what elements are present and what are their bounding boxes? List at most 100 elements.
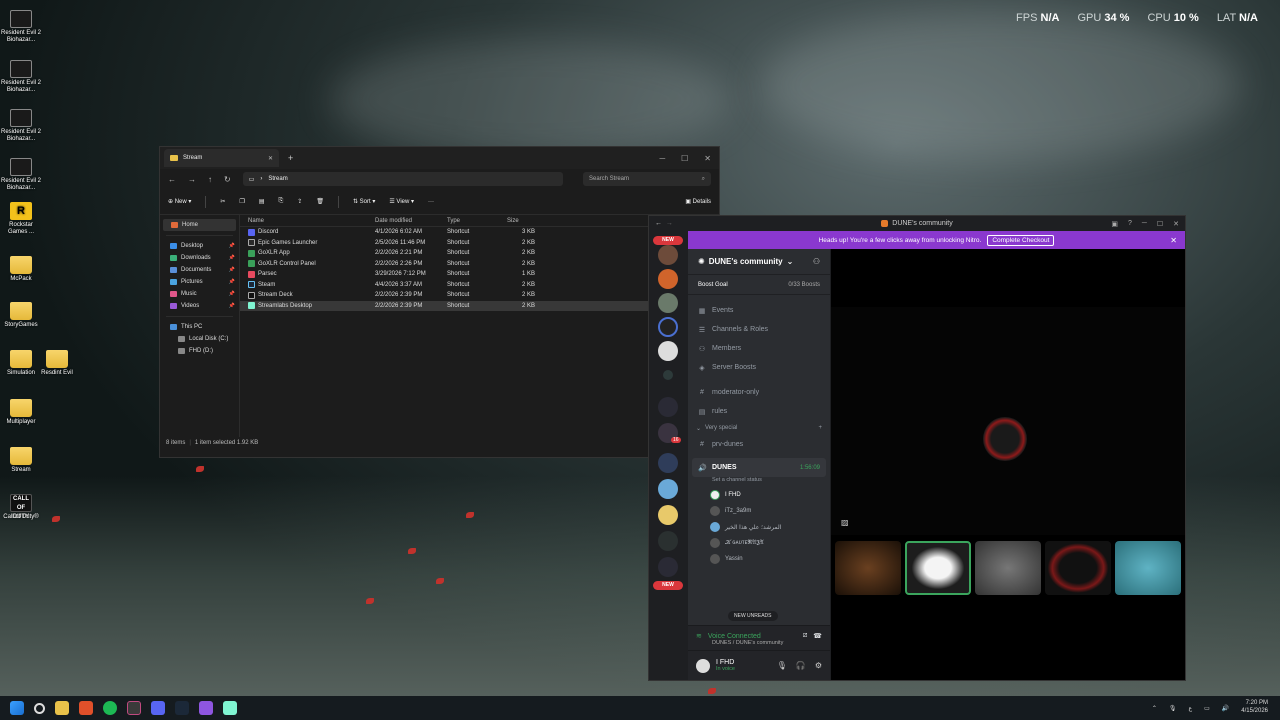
server-icon[interactable]: [658, 293, 678, 313]
back-icon[interactable]: ←: [168, 175, 176, 184]
desktop-icon-rockstar[interactable]: R Rockstar Games ...: [0, 202, 42, 236]
server-icon[interactable]: [658, 505, 678, 525]
file-explorer-icon[interactable]: [55, 701, 69, 715]
headphones-icon[interactable]: 🎧: [796, 661, 806, 670]
screen-off-icon[interactable]: ▨: [841, 518, 849, 527]
voice-channel-dunes[interactable]: 🔊 DUNES 1:56:09: [692, 458, 826, 477]
chevron-up-icon[interactable]: ⌃: [1152, 705, 1157, 712]
nav-this-pc[interactable]: This PC: [160, 321, 239, 333]
new-unreads-pill[interactable]: NEW UNREADS: [728, 611, 778, 621]
start-icon[interactable]: [10, 701, 24, 715]
close-window-icon[interactable]: ✕: [704, 154, 711, 163]
rename-icon[interactable]: ⎘: [279, 198, 284, 205]
participant-tile[interactable]: [1045, 541, 1111, 595]
nav-desktop[interactable]: Desktop 📌: [160, 240, 239, 252]
column-type[interactable]: Type: [443, 218, 503, 224]
server-folder-icon[interactable]: [658, 453, 678, 473]
invite-icon[interactable]: ⚇: [813, 257, 820, 266]
participant-tile[interactable]: [975, 541, 1041, 595]
app-icon[interactable]: [199, 701, 213, 715]
voice-user[interactable]: Yassin: [688, 551, 830, 567]
voice-user[interactable]: المرشد؛ علي هذا الخير: [688, 519, 830, 535]
server-icon[interactable]: [658, 341, 678, 361]
avatar[interactable]: [696, 658, 710, 673]
noise-suppression-icon[interactable]: ⧄: [803, 632, 807, 640]
spotify-icon[interactable]: [103, 701, 117, 715]
nav-home[interactable]: Home: [163, 219, 236, 231]
copy-icon[interactable]: ❐: [239, 198, 244, 205]
minimize-icon[interactable]: ─: [659, 154, 665, 163]
participant-tile[interactable]: [1115, 541, 1181, 595]
refresh-icon[interactable]: ↻: [224, 175, 231, 184]
channel-status-prompt[interactable]: Set a channel status: [688, 477, 830, 487]
sort-button[interactable]: ⇅ Sort ▾: [353, 198, 375, 205]
server-icon[interactable]: [658, 479, 678, 499]
address-bar[interactable]: ▭ › Stream: [242, 172, 563, 186]
up-icon[interactable]: ↑: [208, 175, 212, 184]
desktop-icon-re2-2[interactable]: Resident Evil 2 Biohazar...: [0, 60, 42, 94]
column-date[interactable]: Date modified: [371, 218, 443, 224]
nav-pictures[interactable]: Pictures 📌: [160, 276, 239, 288]
desktop-icon-multiplayer[interactable]: Multiplayer: [0, 399, 42, 426]
share-icon[interactable]: ⇪: [297, 198, 302, 205]
volume-icon[interactable]: 🔊: [1222, 705, 1229, 712]
nav-videos[interactable]: Videos 📌: [160, 300, 239, 312]
server-boosts-item[interactable]: ◈ Server Boosts: [688, 358, 830, 377]
nav-music[interactable]: Music 📌: [160, 288, 239, 300]
guild-header[interactable]: ✺ DUNE's community ⌄ ⚇: [688, 249, 830, 275]
paste-icon[interactable]: ▤: [259, 198, 265, 205]
desktop-icon-re2-1[interactable]: Resident Evil 2 Biohazar...: [0, 10, 42, 44]
voice-user[interactable]: I FHD: [688, 487, 830, 503]
new-tab-icon[interactable]: +: [288, 153, 293, 163]
explorer-tab[interactable]: Stream ✕: [164, 149, 279, 167]
cut-icon[interactable]: ✂: [220, 198, 225, 205]
channel-prv-dunes[interactable]: # prv-dunes: [688, 435, 830, 454]
server-icon[interactable]: [658, 245, 678, 265]
search-input[interactable]: Search Stream ⌕: [583, 172, 711, 186]
more-icon[interactable]: ···: [428, 199, 434, 205]
speaker-avatar[interactable]: [983, 417, 1027, 461]
add-channel-icon[interactable]: +: [818, 425, 822, 431]
maximize-icon[interactable]: ☐: [681, 154, 688, 163]
desktop-icon-resdint-evil[interactable]: Resdint Evil: [36, 350, 78, 377]
brave-icon[interactable]: [79, 701, 93, 715]
discord-icon[interactable]: [151, 701, 165, 715]
delete-icon[interactable]: 🗑: [316, 198, 324, 205]
category-very-special[interactable]: ⌄ Very special +: [688, 421, 830, 435]
gear-icon[interactable]: ⚙: [815, 661, 822, 670]
column-size[interactable]: Size: [503, 218, 539, 224]
language-icon[interactable]: ع: [1189, 705, 1193, 712]
participant-tile[interactable]: [835, 541, 901, 595]
complete-checkout-button[interactable]: Complete Checkout: [987, 234, 1055, 246]
nav-local-disk[interactable]: Local Disk (C:): [160, 333, 239, 345]
details-button[interactable]: ▣ Details: [685, 198, 711, 205]
desktop-icon-re2-3[interactable]: Resident Evil 2 Biohazar...: [0, 109, 42, 143]
voice-user[interactable]: iTz_3a9m: [688, 503, 830, 519]
desktop-icon-mcpack[interactable]: McPack: [0, 256, 42, 283]
participant-tile-speaking[interactable]: [905, 541, 971, 595]
desktop-icon-re2-4[interactable]: Resident Evil 2 Biohazar...: [0, 158, 42, 192]
close-banner-icon[interactable]: ✕: [1170, 236, 1177, 245]
microphone-icon[interactable]: 🎙: [777, 661, 787, 670]
desktop-icon-call-of-duty[interactable]: CALL OF DUTY Call of Duty®: [0, 494, 42, 521]
column-name[interactable]: Name: [240, 218, 371, 224]
server-icon[interactable]: [663, 370, 673, 380]
clock[interactable]: 7:20 PM 4/15/2026: [1241, 700, 1268, 716]
network-icon[interactable]: ▭: [1204, 705, 1210, 712]
forward-icon[interactable]: →: [188, 175, 196, 184]
desktop-icon-storygames[interactable]: StoryGames: [0, 302, 42, 329]
events-item[interactable]: ▦ Events: [688, 301, 830, 320]
nav-downloads[interactable]: Downloads 📌: [160, 252, 239, 264]
voice-user[interactable]: 𝓚 ɢᴀᴜᴛᴇ𝕽𝔄𝕵𝔄: [688, 535, 830, 551]
channels-roles-item[interactable]: ☰ Channels & Roles: [688, 320, 830, 339]
channel-moderator-only[interactable]: # moderator-only: [688, 383, 830, 402]
server-icon[interactable]: [658, 397, 678, 417]
server-folder-icon[interactable]: [658, 557, 678, 577]
disconnect-icon[interactable]: ☎: [813, 632, 822, 640]
members-item[interactable]: ⚇ Members: [688, 339, 830, 358]
terminal-icon[interactable]: [127, 701, 141, 715]
new-button[interactable]: ⊕ New ▾: [168, 198, 191, 205]
channel-rules[interactable]: ▤ rules: [688, 402, 830, 421]
steam-icon[interactable]: [175, 701, 189, 715]
streamlabs-icon[interactable]: [223, 701, 237, 715]
